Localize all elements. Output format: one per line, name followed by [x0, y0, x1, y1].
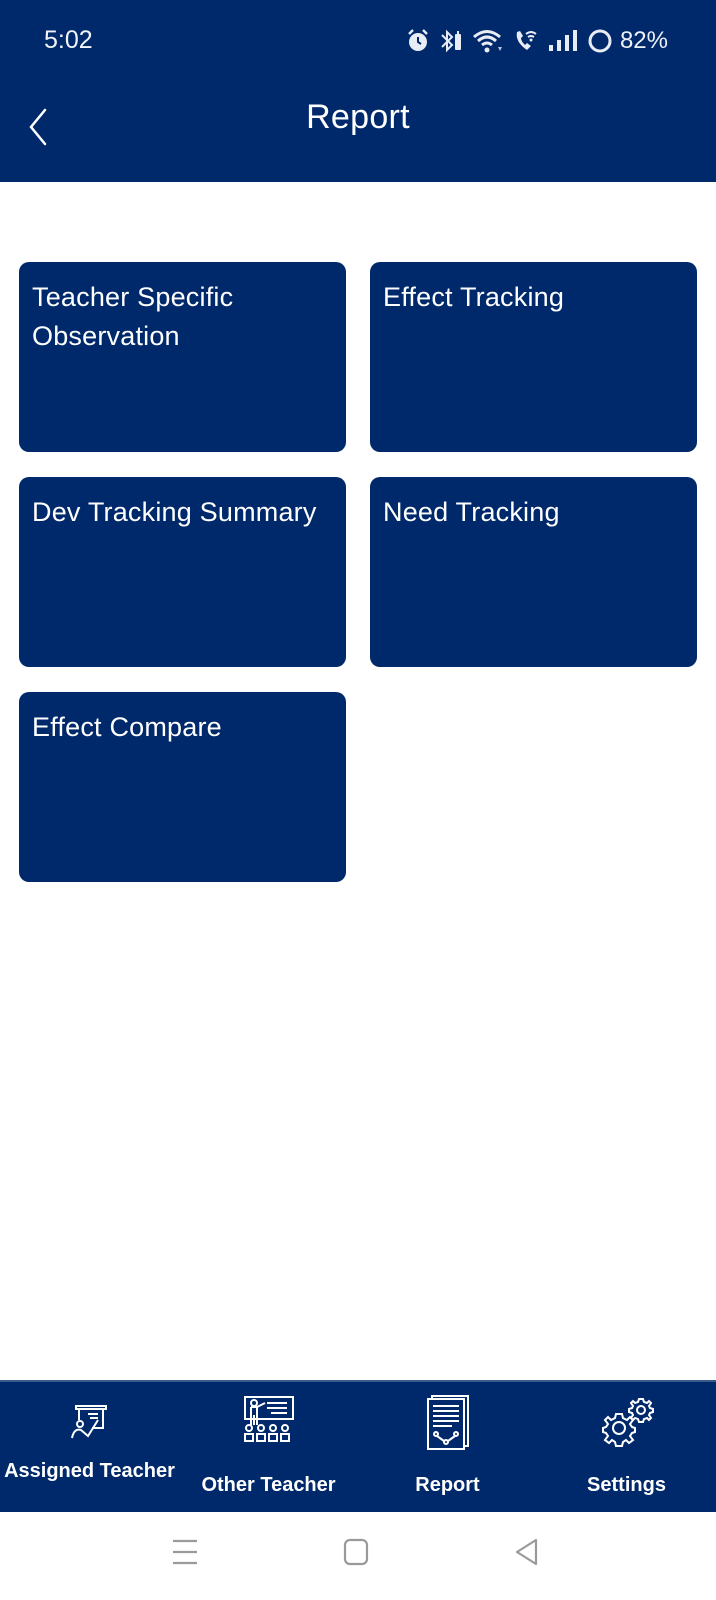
- nav-other-teacher[interactable]: Other Teacher: [179, 1382, 358, 1512]
- status-bar: 5:02 82%: [0, 0, 716, 84]
- status-icons: 82%: [406, 24, 668, 58]
- nav-label: Settings: [587, 1474, 666, 1496]
- card-effect-compare[interactable]: Effect Compare: [19, 692, 346, 882]
- battery-ring-icon: [587, 28, 613, 54]
- recents-icon: [173, 1539, 197, 1565]
- alarm-icon: [406, 28, 430, 54]
- system-nav-bar: [0, 1512, 716, 1600]
- card-effect-tracking[interactable]: Effect Tracking: [370, 262, 697, 452]
- page-title: Report: [306, 98, 410, 136]
- bottom-nav: Assigned Teacher Other Teacher Report Se…: [0, 1380, 716, 1512]
- card-label: Effect Tracking: [383, 282, 565, 312]
- card-label: Teacher Specific Observation: [32, 282, 234, 351]
- assigned-teacher-icon: [68, 1392, 112, 1452]
- nav-settings[interactable]: Settings: [537, 1382, 716, 1512]
- card-need-tracking[interactable]: Need Tracking: [370, 477, 697, 667]
- report-card-grid: Teacher Specific Observation Effect Trac…: [19, 262, 697, 882]
- card-label: Effect Compare: [32, 712, 222, 742]
- nav-label: Other Teacher: [201, 1474, 336, 1496]
- wifi-icon: [472, 28, 504, 54]
- nav-label: Assigned Teacher: [4, 1460, 175, 1482]
- card-label: Need Tracking: [383, 497, 560, 527]
- system-back-button[interactable]: [514, 1538, 540, 1571]
- home-button[interactable]: [343, 1538, 369, 1571]
- gears-icon: [599, 1392, 655, 1452]
- card-label: Dev Tracking Summary: [32, 497, 317, 527]
- nav-label: Report: [415, 1474, 480, 1496]
- classroom-teacher-icon: [241, 1392, 297, 1452]
- nav-report[interactable]: Report: [358, 1382, 537, 1512]
- back-triangle-icon: [515, 1538, 538, 1566]
- wifi-calling-icon: [513, 28, 539, 54]
- signal-icon: [548, 29, 578, 53]
- bluetooth-icon: [439, 28, 463, 54]
- nav-assigned-teacher[interactable]: Assigned Teacher: [0, 1382, 179, 1512]
- status-time: 5:02: [44, 26, 93, 54]
- app-header: Report: [0, 84, 716, 182]
- battery-percent: 82%: [619, 27, 668, 54]
- recents-button[interactable]: [172, 1538, 198, 1571]
- home-icon: [343, 1538, 369, 1566]
- report-document-icon: [424, 1392, 472, 1452]
- card-teacher-specific-observation[interactable]: Teacher Specific Observation: [19, 262, 346, 452]
- card-dev-tracking-summary[interactable]: Dev Tracking Summary: [19, 477, 346, 667]
